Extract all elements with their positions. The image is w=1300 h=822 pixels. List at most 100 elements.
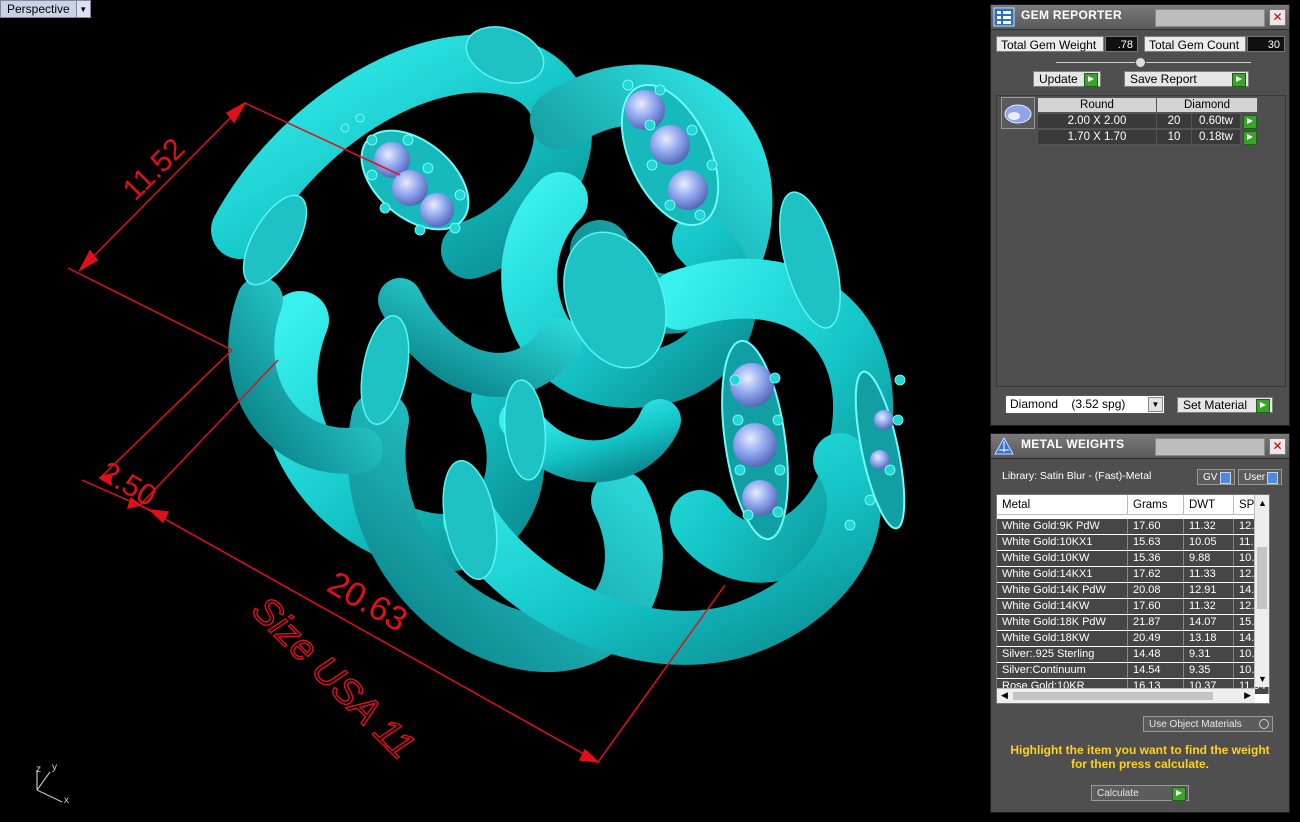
grams-cell: 14.54 bbox=[1128, 663, 1184, 678]
set-material-arrow-icon[interactable] bbox=[1256, 399, 1270, 413]
save-report-label: Save Report bbox=[1130, 72, 1197, 86]
table-row[interactable]: White Gold:18KW 20.49 13.18 14.66 bbox=[997, 631, 1269, 647]
ring-model-scene[interactable]: 11.52 2.50 20.63 Size USA 11 x z y bbox=[0, 0, 988, 822]
metal-weights-panel: METAL WEIGHTS ✕ Library: Satin Blur - (F… bbox=[990, 433, 1290, 813]
table-row[interactable]: White Gold:14K PdW 20.08 12.91 14.37 bbox=[997, 583, 1269, 599]
grams-cell: 20.08 bbox=[1128, 583, 1184, 598]
total-gem-count-value: 30 bbox=[1247, 36, 1285, 52]
slider-handle[interactable] bbox=[1135, 57, 1146, 68]
metal-weights-grip[interactable] bbox=[1155, 438, 1265, 456]
axis-triad: x z y bbox=[36, 762, 69, 806]
dwt-cell: 9.88 bbox=[1184, 551, 1234, 566]
dimension-2-50: 2.50 bbox=[95, 455, 162, 513]
viewport-perspective[interactable]: 11.52 2.50 20.63 Size USA 11 x z y Persp… bbox=[0, 0, 988, 822]
metal-cell: Silver:.925 Sterling bbox=[997, 647, 1128, 662]
gem-table-header-material: Diamond bbox=[1156, 97, 1258, 113]
dwt-cell: 11.32 bbox=[1184, 519, 1234, 534]
gem-row-1-arrow-icon[interactable] bbox=[1243, 115, 1257, 129]
gem-row-2-tw: 0.18tw bbox=[1191, 129, 1241, 145]
gem-row-2-arrow-icon[interactable] bbox=[1243, 131, 1257, 145]
metal-cell: White Gold:9K PdW bbox=[997, 519, 1128, 534]
grams-cell: 15.36 bbox=[1128, 551, 1184, 566]
table-row[interactable]: Silver:Continuum 14.54 9.35 10.40 bbox=[997, 663, 1269, 679]
gv-toggle[interactable]: GV bbox=[1197, 469, 1235, 485]
user-toggle-indicator[interactable] bbox=[1267, 472, 1278, 484]
gem-reporter-close-icon[interactable]: ✕ bbox=[1269, 9, 1286, 26]
gem-reporter-app-icon bbox=[993, 7, 1015, 27]
table-row[interactable]: White Gold:10KW 15.36 9.88 10.99 bbox=[997, 551, 1269, 567]
scroll-up-icon[interactable]: ▲ bbox=[1258, 498, 1267, 508]
metal-weights-title: METAL WEIGHTS bbox=[1021, 437, 1125, 451]
user-label: User bbox=[1244, 472, 1266, 483]
table-row[interactable]: White Gold:14KX1 17.62 11.33 12.61 bbox=[997, 567, 1269, 583]
slider-track[interactable] bbox=[1056, 62, 1251, 63]
use-object-materials-label: Use Object Materials bbox=[1149, 719, 1242, 730]
set-material-label: Set Material bbox=[1183, 398, 1248, 412]
use-object-materials-button[interactable]: Use Object Materials bbox=[1143, 716, 1273, 732]
save-report-button[interactable]: Save Report bbox=[1124, 71, 1249, 87]
viewport-dropdown-arrow-icon[interactable]: ▼ bbox=[75, 1, 90, 17]
instruction-text: Highlight the item you want to find the … bbox=[1010, 743, 1270, 771]
gem-row-2-count: 10 bbox=[1156, 129, 1192, 145]
axis-y-label: y bbox=[52, 762, 57, 773]
grams-cell: 20.49 bbox=[1128, 631, 1184, 646]
table-row[interactable]: White Gold:14KW 17.60 11.32 12.59 bbox=[997, 599, 1269, 615]
use-object-materials-radio-icon[interactable] bbox=[1259, 719, 1269, 729]
metal-weights-table[interactable]: Metal Grams DWT SPG White Gold:9K PdW 17.… bbox=[996, 494, 1270, 704]
h-scroll-thumb[interactable] bbox=[1013, 692, 1213, 700]
viewport-label[interactable]: Perspective ▼ bbox=[0, 0, 91, 18]
table-row[interactable]: White Gold:9K PdW 17.60 11.32 12.59 bbox=[997, 519, 1269, 535]
metal-weights-scale-icon bbox=[994, 436, 1014, 455]
calculate-arrow-icon[interactable] bbox=[1172, 787, 1186, 801]
dwt-col-header[interactable]: DWT bbox=[1184, 495, 1234, 515]
metal-table-vertical-scrollbar[interactable]: ▲ ▼ bbox=[1254, 495, 1269, 687]
scroll-down-icon[interactable]: ▼ bbox=[1258, 674, 1267, 684]
update-button[interactable]: Update bbox=[1033, 71, 1101, 87]
scroll-thumb[interactable] bbox=[1257, 547, 1267, 609]
material-select[interactable]: Diamond (3.52 spg) ▼ bbox=[1005, 395, 1165, 414]
metal-cell: White Gold:14K PdW bbox=[997, 583, 1128, 598]
metal-col-header[interactable]: Metal bbox=[997, 495, 1128, 515]
table-row[interactable]: Silver:.925 Sterling 14.48 9.31 10.36 bbox=[997, 647, 1269, 663]
gem-row-1-tw: 0.60tw bbox=[1191, 113, 1241, 129]
update-arrow-icon[interactable] bbox=[1084, 73, 1098, 87]
viewport-label-text[interactable]: Perspective bbox=[1, 1, 76, 17]
gem-reporter-grip[interactable] bbox=[1155, 9, 1265, 27]
metal-weights-title-bar[interactable]: METAL WEIGHTS ✕ bbox=[991, 434, 1289, 459]
grams-cell: 17.62 bbox=[1128, 567, 1184, 582]
dwt-cell: 10.05 bbox=[1184, 535, 1234, 550]
gv-label: GV bbox=[1203, 472, 1218, 483]
dwt-cell: 11.33 bbox=[1184, 567, 1234, 582]
gem-reporter-title-bar[interactable]: GEM REPORTER ✕ bbox=[991, 5, 1289, 30]
metal-cell: White Gold:18KW bbox=[997, 631, 1128, 646]
gem-row-1-count: 20 bbox=[1156, 113, 1192, 129]
grams-cell: 17.60 bbox=[1128, 599, 1184, 614]
round-gem-thumbnail-icon[interactable] bbox=[1001, 97, 1035, 129]
metal-cell: White Gold:10KW bbox=[997, 551, 1128, 566]
scroll-left-icon[interactable]: ◀ bbox=[1001, 690, 1008, 701]
gem-row-2-size: 1.70 X 1.70 bbox=[1037, 129, 1157, 145]
dwt-cell: 13.18 bbox=[1184, 631, 1234, 646]
metal-cell: White Gold:10KX1 bbox=[997, 535, 1128, 550]
metal-table-horizontal-scrollbar[interactable]: ◀ ▶ bbox=[997, 688, 1255, 703]
material-select-chevron-down-icon[interactable]: ▼ bbox=[1148, 397, 1163, 412]
save-report-arrow-icon[interactable] bbox=[1232, 73, 1246, 87]
gv-toggle-indicator[interactable] bbox=[1220, 472, 1231, 484]
calculate-button[interactable]: Calculate bbox=[1091, 785, 1189, 801]
total-gem-weight-label: Total Gem Weight bbox=[996, 36, 1104, 52]
scroll-right-icon[interactable]: ▶ bbox=[1244, 690, 1251, 701]
dwt-cell: 9.31 bbox=[1184, 647, 1234, 662]
metal-weights-close-icon[interactable]: ✕ bbox=[1269, 438, 1286, 455]
metal-cell: White Gold:14KX1 bbox=[997, 567, 1128, 582]
grams-cell: 17.60 bbox=[1128, 519, 1184, 534]
grams-cell: 21.87 bbox=[1128, 615, 1184, 630]
metal-cell: White Gold:14KW bbox=[997, 599, 1128, 614]
dwt-cell: 11.32 bbox=[1184, 599, 1234, 614]
grams-col-header[interactable]: Grams bbox=[1128, 495, 1184, 515]
table-row[interactable]: White Gold:18K PdW 21.87 14.07 15.65 bbox=[997, 615, 1269, 631]
user-toggle[interactable]: User bbox=[1238, 469, 1282, 485]
set-material-button[interactable]: Set Material bbox=[1177, 397, 1273, 413]
dwt-cell: 12.91 bbox=[1184, 583, 1234, 598]
update-button-label: Update bbox=[1039, 72, 1078, 86]
table-row[interactable]: White Gold:10KX1 15.63 10.05 11.18 bbox=[997, 535, 1269, 551]
